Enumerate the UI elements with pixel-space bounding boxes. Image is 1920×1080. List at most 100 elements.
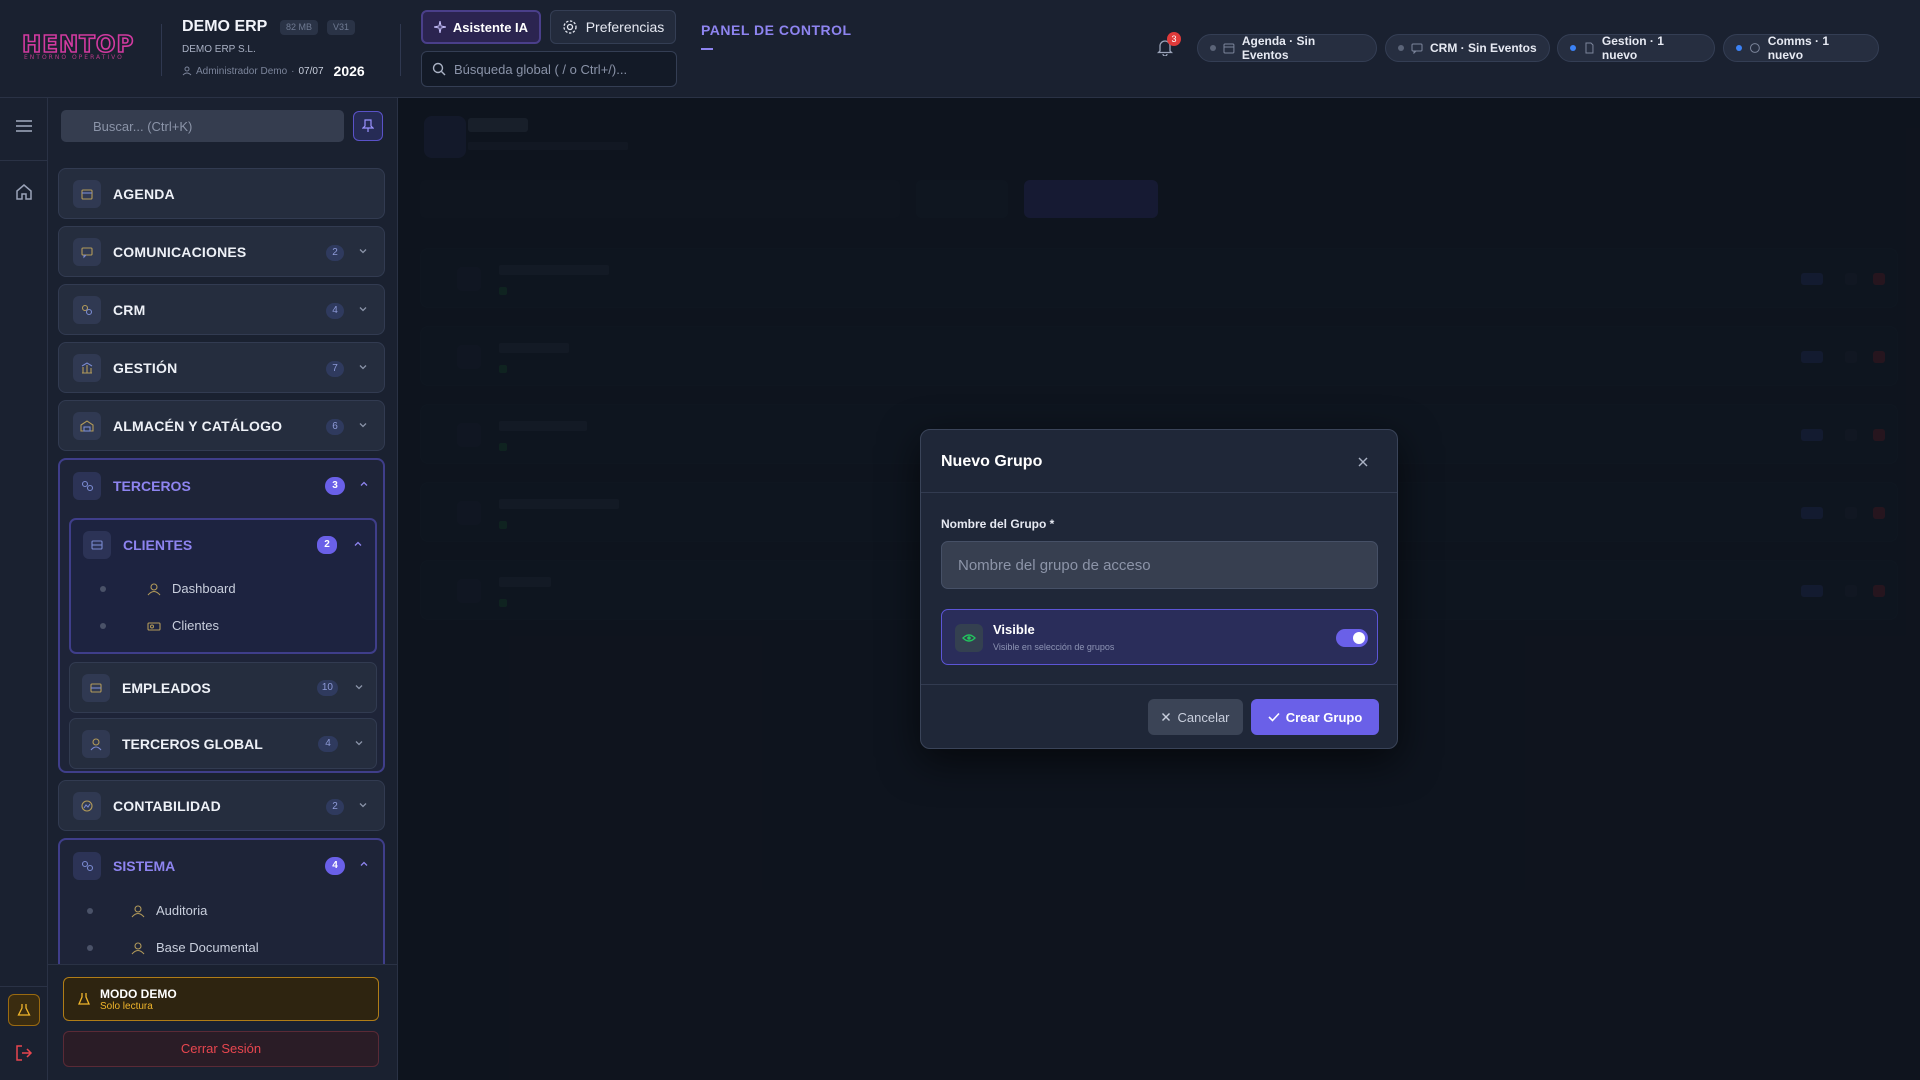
memory-badge: 82 MB [280, 20, 319, 35]
sidebar-leaf-dashboard[interactable]: Dashboard [71, 570, 375, 607]
chip-gestion-label: Gestion · 1 nuevo [1601, 34, 1664, 62]
leaf-label: Auditoria [156, 903, 208, 918]
preferences-label: Preferencias [585, 19, 665, 35]
module-icon [73, 472, 101, 500]
demo-mode-button[interactable] [8, 994, 40, 1026]
sidebar: AGENDA COMUNICACIONES 2 CRM 4 GESTIÓN 7 … [48, 98, 398, 1080]
sidebar-group-sistema: SISTEMA 4 Auditoria Base Documental [58, 838, 385, 978]
status-dot [1736, 45, 1742, 51]
group-name-label: Nombre del Grupo * [941, 517, 1055, 531]
sidebar-group-terceros: TERCEROS 3 CLIENTES 2 Dashboard Clientes… [58, 458, 385, 773]
leaf-label: Base Documental [156, 940, 259, 955]
sidebar-item-label: ALMACÉN Y CATÁLOGO [113, 417, 283, 434]
sidebar-item-comunicaciones[interactable]: COMUNICACIONES 2 [58, 226, 385, 277]
bullet [87, 907, 93, 914]
sidebar-item-clientes[interactable]: CLIENTES 2 [71, 520, 375, 570]
chevron-down-icon [355, 685, 363, 690]
hamburger-icon[interactable] [14, 118, 34, 134]
module-icon [73, 353, 101, 382]
sidebar-item-terceros-global[interactable]: TERCEROS GLOBAL 4 [69, 718, 377, 769]
visible-title: Visible [993, 622, 1035, 637]
logout-icon[interactable] [14, 1044, 34, 1062]
chip-crm[interactable]: CRM · Sin Eventos [1385, 34, 1550, 62]
sidebar-item-agenda[interactable]: AGENDA [58, 168, 385, 219]
chat-icon [1411, 43, 1423, 54]
sidebar-item-sistema[interactable]: SISTEMA 4 [60, 840, 383, 892]
sidebar-item-almacen[interactable]: ALMACÉN Y CATÁLOGO 6 [58, 400, 385, 451]
count-badge: 2 [317, 536, 337, 554]
module-icon [73, 852, 101, 880]
chip-comms-label: Comms · 1 nuevo [1767, 34, 1830, 62]
preferences-button[interactable]: Preferencias [550, 10, 676, 44]
flask-icon [78, 993, 90, 1005]
visible-toggle-row[interactable]: Visible Visible en selección de grupos [941, 609, 1378, 665]
sidebar-leaf-clientes[interactable]: Clientes [71, 607, 375, 644]
modal-divider [921, 492, 1397, 493]
icon-rail [0, 98, 48, 1080]
chip-agenda[interactable]: Agenda · Sin Eventos [1197, 34, 1377, 62]
count-badge: 4 [326, 303, 344, 319]
app-title: DEMO ERP [182, 18, 268, 35]
demo-mode-banner: MODO DEMO Solo lectura [63, 977, 379, 1021]
document-base-icon [131, 941, 145, 954]
user-line: Administrador Demo · 07/07 2026 [182, 63, 365, 79]
module-icon [73, 411, 101, 440]
chip-comms[interactable]: Comms · 1 nuevo [1723, 34, 1879, 62]
sidebar-item-label: COMUNICACIONES [113, 243, 247, 260]
logo-subtitle: ENTORNO OPERATIVO [24, 54, 124, 61]
bullet [100, 622, 106, 629]
panel-title[interactable]: PANEL DE CONTROL [701, 22, 852, 38]
notification-count-badge: 3 [1167, 32, 1181, 46]
global-search[interactable] [421, 51, 677, 87]
modal-title: Nuevo Grupo [941, 453, 1043, 470]
version-badge: V31 [327, 20, 356, 35]
count-badge: 3 [325, 477, 345, 495]
sidebar-item-label: CRM [113, 301, 146, 318]
audit-icon [131, 904, 145, 917]
group-name-input[interactable] [941, 541, 1378, 589]
chevron-down-icon [359, 307, 367, 312]
sidebar-subgroup-clientes: CLIENTES 2 Dashboard Clientes [69, 518, 377, 654]
sidebar-item-label: TERCEROS [113, 478, 191, 494]
count-badge: 2 [326, 245, 344, 261]
ai-assistant-button[interactable]: Asistente IA [421, 10, 541, 44]
document-icon [1585, 42, 1594, 54]
sidebar-item-crm[interactable]: CRM 4 [58, 284, 385, 335]
chevron-down-icon [359, 249, 367, 254]
create-group-button[interactable]: Crear Grupo [1251, 699, 1379, 735]
sidebar-leaf-auditoria[interactable]: Auditoria [60, 892, 383, 929]
sidebar-leaf-base-documental[interactable]: Base Documental [60, 929, 383, 966]
module-icon [82, 730, 110, 758]
sparkle-icon [433, 21, 446, 33]
count-badge: 10 [316, 680, 338, 696]
home-icon[interactable] [14, 182, 34, 202]
bullet [87, 944, 93, 951]
count-badge: 4 [325, 857, 345, 875]
global-search-input[interactable] [454, 61, 664, 77]
status-dot [1210, 45, 1216, 51]
pin-button[interactable] [353, 111, 383, 141]
sidebar-search-input[interactable] [61, 110, 344, 142]
cancel-button[interactable]: Cancelar [1148, 699, 1243, 735]
chip-crm-label: CRM · Sin Eventos [1430, 41, 1537, 55]
sidebar-item-terceros[interactable]: TERCEROS 3 [60, 460, 383, 512]
sidebar-footer: MODO DEMO Solo lectura Cerrar Sesión [48, 964, 397, 1080]
close-icon [1358, 457, 1368, 467]
chip-gestion[interactable]: Gestion · 1 nuevo [1557, 34, 1715, 62]
logout-button[interactable]: Cerrar Sesión [63, 1031, 379, 1067]
demo-mode-subtitle: Solo lectura [100, 1000, 153, 1012]
sidebar-item-gestion[interactable]: GESTIÓN 7 [58, 342, 385, 393]
toggle-knob [1353, 632, 1365, 644]
visible-toggle-switch[interactable] [1336, 629, 1368, 647]
sidebar-item-contabilidad[interactable]: CONTABILIDAD 2 [58, 780, 385, 831]
company-name: DEMO ERP S.L. [182, 44, 256, 55]
sidebar-item-label: AGENDA [113, 185, 175, 202]
status-dot [1398, 45, 1404, 51]
sidebar-item-empleados[interactable]: EMPLEADOS 10 [69, 662, 377, 713]
ai-assistant-label: Asistente IA [452, 19, 529, 35]
count-badge: 2 [326, 799, 344, 815]
close-button[interactable] [1351, 450, 1375, 474]
module-icon [73, 295, 101, 324]
sidebar-item-label: TERCEROS GLOBAL [122, 736, 263, 752]
close-icon [1162, 713, 1171, 721]
